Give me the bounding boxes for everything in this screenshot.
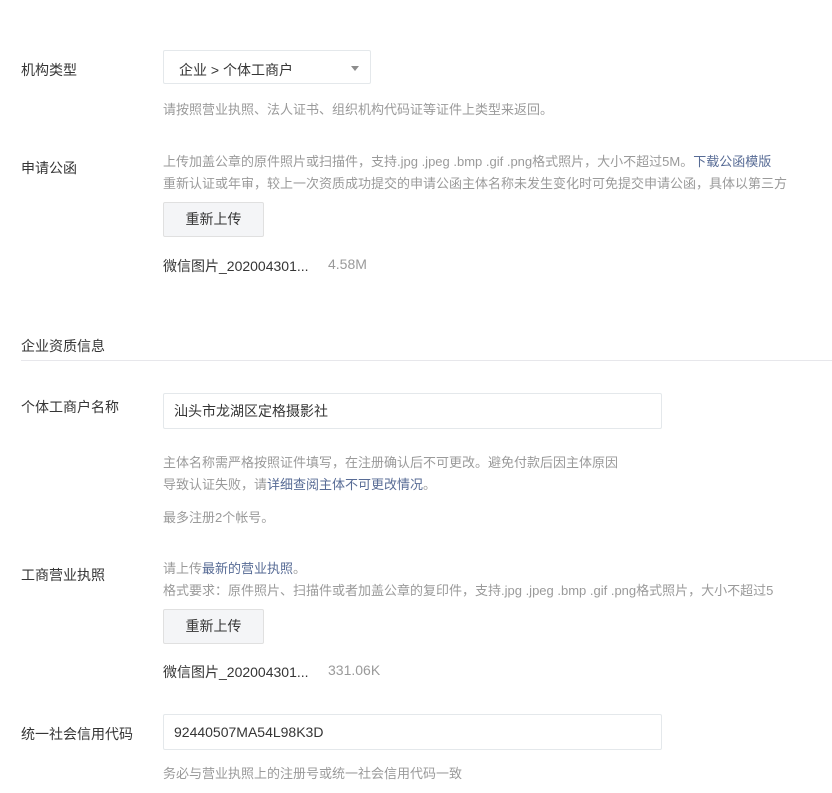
business-name-label: 个体工商户名称 [21,399,119,415]
application-letter-file-size: 4.58M [328,256,367,272]
org-type-label: 机构类型 [21,62,77,78]
org-type-hint: 请按照营业执照、法人证书、组织机构代码证等证件上类型来返回。 [163,102,554,117]
business-name-limit-note: 最多注册2个帐号。 [163,510,275,525]
credit-code-label: 统一社会信用代码 [21,726,133,742]
section-title: 企业资质信息 [21,338,105,354]
business-name-hint-prefix: 导致认证失败，请 [163,477,268,492]
business-name-hint-line2: 导致认证失败，请详细查阅主体不可更改情况。 [163,474,436,493]
org-type-selected-value: 企业 > 个体工商户 [179,62,293,78]
business-name-hint-suffix: 。 [423,477,437,492]
business-license-reupload-button[interactable]: 重新上传 [163,609,264,644]
latest-license-link[interactable]: 最新的营业执照 [202,561,293,576]
business-license-hint: 请上传最新的营业执照。 [163,558,306,577]
application-letter-hint-text: 上传加盖公章的原件照片或扫描件，支持.jpg .jpeg .bmp .gif .… [163,154,694,169]
application-letter-file-name[interactable]: 微信图片_202004301... [163,256,309,276]
chevron-down-icon [351,66,359,71]
business-license-hint-suffix: 。 [293,561,307,576]
application-letter-label: 申请公函 [21,160,77,176]
credit-code-hint: 务必与营业执照上的注册号或统一社会信用代码一致 [163,766,463,781]
business-license-file-size: 331.06K [328,662,381,678]
download-template-link[interactable]: 下载公函模版 [693,154,771,169]
application-letter-reupload-button[interactable]: 重新上传 [163,202,264,237]
business-license-hint-prefix: 请上传 [163,561,203,576]
business-license-label: 工商营业执照 [21,567,105,583]
business-name-hint-line1: 主体名称需严格按照证件填写，在注册确认后不可更改。避免付款后因主体原因 [163,455,619,470]
business-name-input[interactable]: 汕头市龙湖区定格摄影社 [163,393,662,429]
business-license-file-name[interactable]: 微信图片_202004301... [163,662,309,682]
application-letter-hint-line2: 重新认证或年审，较上一次资质成功提交的申请公函主体名称未发生变化时可免提交申请公… [163,176,788,191]
business-license-format-hint: 格式要求：原件照片、扫描件或者加盖公章的复印件，支持.jpg .jpeg .bm… [163,583,774,598]
name-unchangeable-link[interactable]: 详细查阅主体不可更改情况 [267,477,423,492]
credit-code-input[interactable]: 92440507MA54L98K3D [163,714,662,750]
section-divider [21,360,832,361]
application-letter-hint-line1: 上传加盖公章的原件照片或扫描件，支持.jpg .jpeg .bmp .gif .… [163,151,771,170]
org-type-select[interactable]: 企业 > 个体工商户 [163,50,371,84]
